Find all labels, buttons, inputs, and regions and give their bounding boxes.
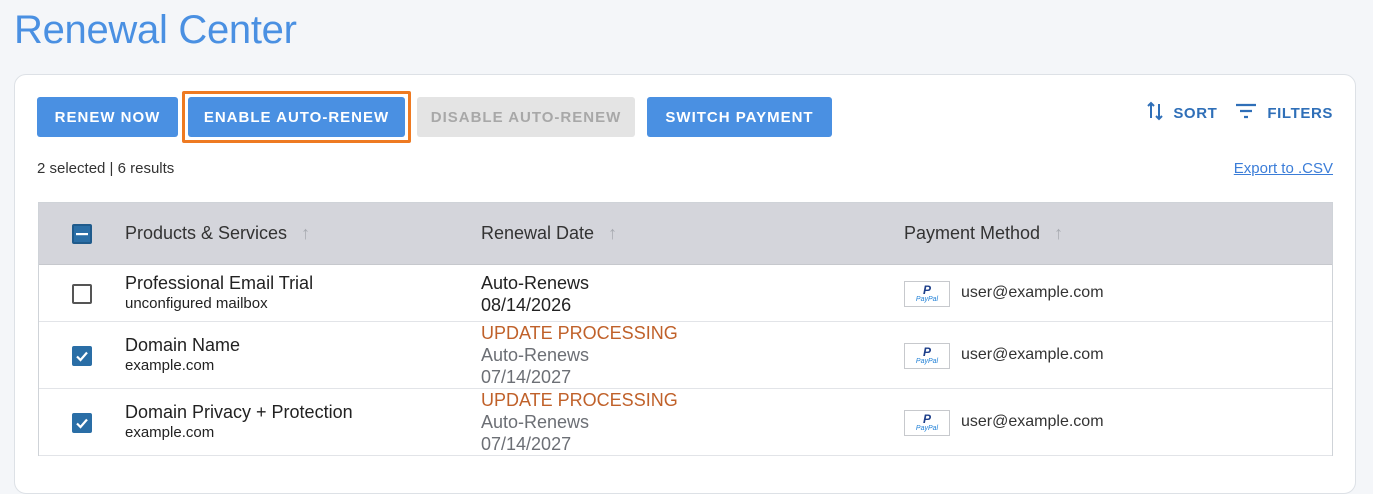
export-csv-link[interactable]: Export to .CSV	[1234, 160, 1333, 177]
row-checkbox[interactable]	[72, 346, 92, 366]
payment-email: user@example.com	[961, 413, 1104, 430]
arrow-up-icon: ↑	[1054, 223, 1064, 243]
sort-arrows-icon	[1147, 101, 1164, 125]
renewal-card: RENEW NOW ENABLE AUTO-RENEW DISABLE AUTO…	[14, 74, 1356, 494]
product-name: Domain Name	[125, 335, 241, 355]
checkmark-icon	[76, 418, 88, 429]
column-label: Products & Services	[125, 223, 288, 243]
processing-status: UPDATE PROCESSING	[481, 390, 678, 410]
paypal-icon: P PayPal	[904, 410, 950, 436]
sort-label: SORT	[1173, 104, 1218, 122]
column-header-products[interactable]: Products & Services ↑	[125, 223, 310, 244]
payment-email: user@example.com	[961, 346, 1104, 363]
checkmark-icon	[76, 351, 88, 362]
table-row[interactable]: Domain Name example.com UPDATE PROCESSIN…	[39, 322, 1332, 389]
page-title: Renewal Center	[14, 8, 297, 52]
paypal-icon: P PayPal	[904, 343, 950, 369]
renewal-date: 07/14/2027	[481, 367, 572, 387]
filters-label: FILTERS	[1267, 104, 1333, 122]
renewal-date: 07/14/2027	[481, 434, 572, 454]
product-subtitle: unconfigured mailbox	[125, 295, 268, 312]
product-name: Professional Email Trial	[125, 273, 314, 293]
column-label: Payment Method	[904, 223, 1041, 243]
table-row[interactable]: Domain Privacy + Protection example.com …	[39, 389, 1332, 456]
product-name: Domain Privacy + Protection	[125, 402, 353, 422]
row-checkbox[interactable]	[72, 413, 92, 433]
column-label: Renewal Date	[481, 223, 595, 243]
row-checkbox[interactable]	[72, 284, 92, 304]
renew-now-button[interactable]: RENEW NOW	[37, 97, 178, 137]
renewal-table: Products & Services ↑ Renewal Date ↑ Pay…	[38, 202, 1333, 456]
renewal-date: 08/14/2026	[481, 295, 572, 315]
renewal-label: Auto-Renews	[481, 412, 590, 432]
sort-button[interactable]: SORT	[1147, 101, 1217, 125]
product-subtitle: example.com	[125, 424, 215, 441]
switch-payment-button[interactable]: SWITCH PAYMENT	[647, 97, 832, 137]
arrow-up-icon: ↑	[301, 223, 311, 243]
table-row[interactable]: Professional Email Trial unconfigured ma…	[39, 265, 1332, 322]
filters-button[interactable]: FILTERS	[1235, 103, 1333, 123]
product-subtitle: example.com	[125, 357, 215, 374]
processing-status: UPDATE PROCESSING	[481, 323, 678, 343]
disable-auto-renew-button[interactable]: DISABLE AUTO-RENEW	[417, 97, 635, 137]
column-header-renewal-date[interactable]: Renewal Date ↑	[481, 223, 617, 244]
column-header-payment-method[interactable]: Payment Method ↑	[904, 223, 1063, 244]
renewal-label: Auto-Renews	[481, 273, 590, 293]
filter-icon	[1235, 103, 1257, 123]
paypal-icon: P PayPal	[904, 281, 950, 307]
arrow-up-icon: ↑	[608, 223, 618, 243]
table-header: Products & Services ↑ Renewal Date ↑ Pay…	[39, 203, 1332, 265]
renewal-label: Auto-Renews	[481, 345, 590, 365]
enable-auto-renew-button[interactable]: ENABLE AUTO-RENEW	[188, 97, 405, 137]
payment-email: user@example.com	[961, 284, 1104, 301]
select-all-checkbox[interactable]	[72, 224, 92, 244]
selection-summary: 2 selected | 6 results	[37, 160, 175, 177]
